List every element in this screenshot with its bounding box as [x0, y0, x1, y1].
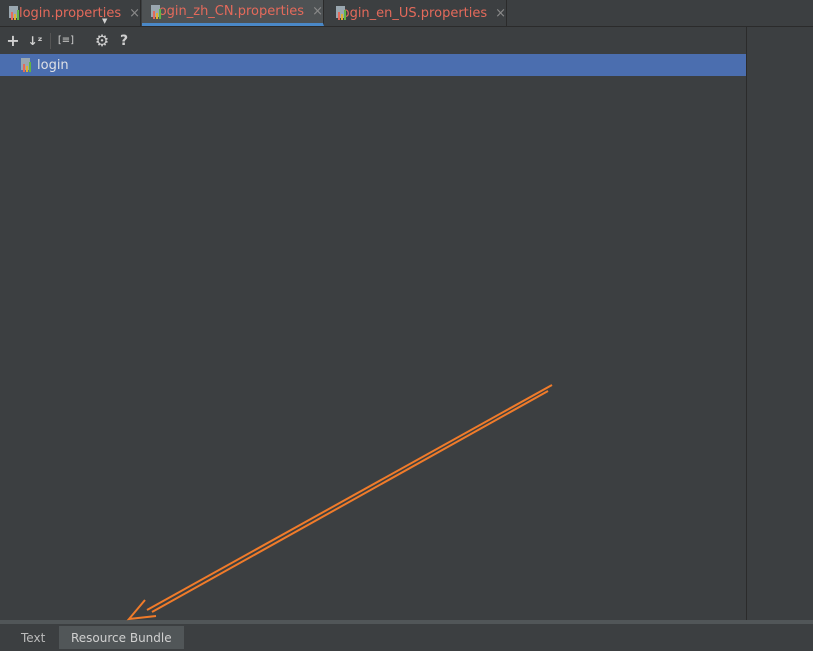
gear-icon: ⚙	[94, 31, 110, 50]
editor-tab-bar: login.properties × login_zh_CN.propertie…	[0, 0, 813, 27]
properties-file-icon	[8, 6, 19, 20]
settings-button[interactable]: ⚙	[91, 30, 113, 52]
add-property-button[interactable]: +	[2, 30, 24, 52]
group-icon: [≡]	[57, 35, 75, 46]
close-icon[interactable]: ×	[129, 6, 140, 21]
tab-label: login_en_US.properties	[338, 5, 488, 21]
toolbar-separator	[50, 32, 51, 49]
tab-label: Resource Bundle	[71, 630, 172, 645]
sort-icon: ↓ᶻ	[27, 33, 43, 48]
resource-bundle-icon	[20, 58, 34, 72]
close-icon[interactable]: ×	[495, 6, 506, 21]
close-icon[interactable]: ×	[312, 4, 323, 19]
tree-item-login[interactable]: login	[0, 54, 746, 76]
tree-item-label: login	[37, 57, 69, 73]
properties-file-icon	[150, 4, 161, 19]
tab-resource-bundle[interactable]: Resource Bundle	[59, 626, 184, 649]
editor-bottom-tab-bar: Text Resource Bundle	[0, 620, 813, 651]
help-icon: ?	[119, 32, 129, 49]
tab-label: login_zh_CN.properties	[155, 4, 305, 19]
sort-alphabetically-button[interactable]: ↓ᶻ	[24, 30, 46, 52]
tab-login-properties[interactable]: login.properties ×	[0, 0, 141, 26]
resource-bundle-toolbar: + ↓ᶻ [≡] ⚙ ?	[0, 27, 746, 54]
help-button[interactable]: ?	[113, 30, 135, 52]
right-panel	[746, 27, 813, 620]
tab-login-zh-cn-properties[interactable]: login_zh_CN.properties ×	[142, 0, 324, 26]
resource-bundle-tree: login	[0, 54, 746, 620]
tab-label: Text	[21, 630, 46, 645]
tab-login-en-us-properties[interactable]: login_en_US.properties ×	[327, 0, 507, 26]
dropdown-caret-icon[interactable]: ▼	[102, 17, 107, 25]
plus-icon: +	[6, 31, 20, 50]
group-by-prefix-button[interactable]: [≡]	[55, 30, 77, 52]
tab-text[interactable]: Text	[9, 626, 57, 649]
